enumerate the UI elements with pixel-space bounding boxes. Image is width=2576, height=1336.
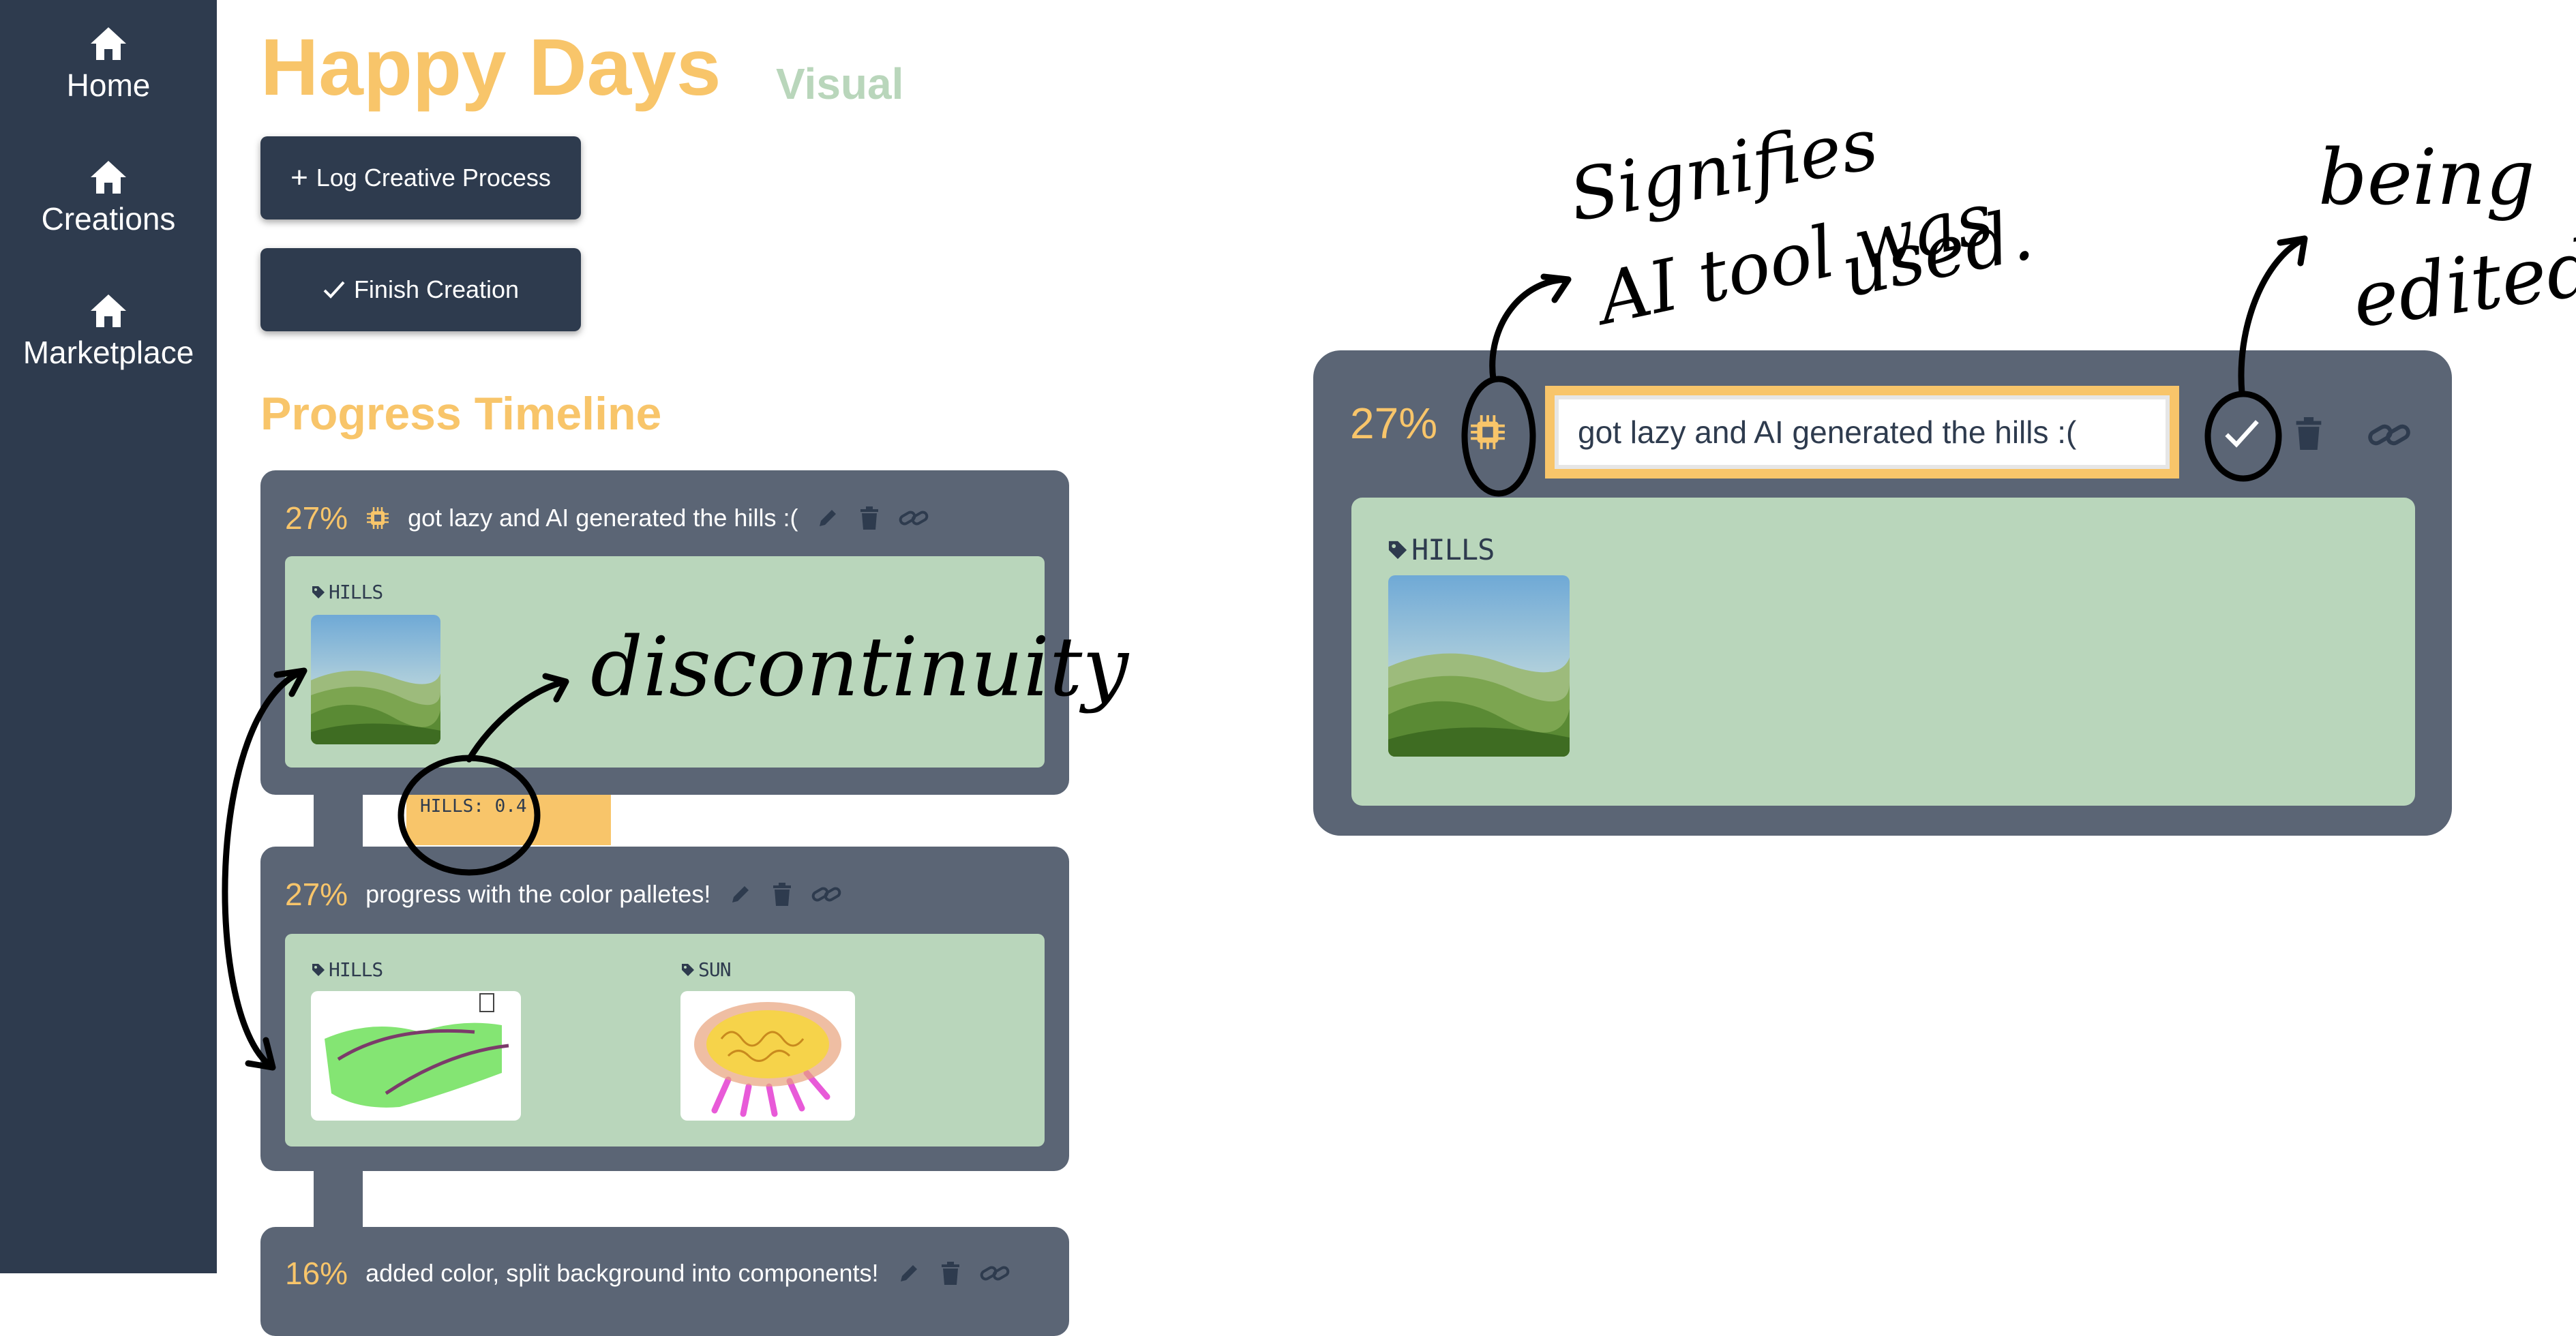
entry-header: 27% progress with the color palletes! bbox=[285, 847, 841, 942]
checkmark-icon bbox=[323, 281, 345, 299]
tag-text: HILLS bbox=[329, 958, 383, 981]
delete-button[interactable] bbox=[2292, 414, 2325, 456]
checkmark-icon bbox=[2225, 420, 2259, 448]
chip-icon bbox=[1471, 415, 1505, 449]
tag-icon bbox=[312, 586, 325, 598]
page-subtitle: Visual bbox=[776, 59, 904, 108]
sidebar-item-home[interactable]: Home bbox=[0, 26, 217, 104]
sidebar-item-label: Creations bbox=[41, 201, 176, 237]
edit-button[interactable] bbox=[728, 882, 753, 907]
hills-image bbox=[311, 615, 440, 744]
tag-chip-text: HILLS: 0.4 bbox=[420, 796, 527, 817]
pencil-icon bbox=[732, 886, 749, 902]
tag-text: SUN bbox=[698, 958, 732, 981]
finish-creation-button[interactable]: Finish Creation bbox=[260, 248, 581, 331]
hills-sketch bbox=[325, 993, 509, 1108]
trash-icon bbox=[2296, 417, 2322, 450]
tag-icon bbox=[312, 963, 325, 976]
entry-description: got lazy and AI generated the hills :( bbox=[408, 504, 798, 532]
plus-icon: + bbox=[290, 161, 308, 194]
edit-button[interactable] bbox=[815, 506, 840, 530]
sidebar-item-label: Marketplace bbox=[23, 335, 194, 370]
tag-text: HILLS bbox=[1411, 533, 1495, 566]
annotation-edit-line2: edited bbox=[2347, 223, 2576, 346]
sidebar-item-label: Home bbox=[66, 67, 151, 103]
section-title: Progress Timeline bbox=[260, 388, 662, 440]
annotation-edit-line1: being bbox=[2318, 134, 2535, 222]
link-icon bbox=[2368, 424, 2410, 446]
entry-body: HILLS bbox=[1351, 498, 2415, 806]
entry-header: 16% added color, split background into c… bbox=[285, 1239, 1010, 1307]
tag-label: HILLS bbox=[311, 581, 383, 603]
link-button[interactable] bbox=[811, 882, 841, 907]
delete-button[interactable] bbox=[939, 1260, 962, 1286]
edit-entry-card: 27% HILLS bbox=[1313, 350, 2452, 836]
page-title: Happy Days bbox=[260, 22, 721, 112]
checkbox bbox=[479, 993, 494, 1012]
link-button[interactable] bbox=[980, 1261, 1010, 1286]
entry-percent: 16% bbox=[285, 1256, 348, 1291]
entry-percent: 27% bbox=[1350, 399, 1438, 448]
link-icon bbox=[899, 511, 929, 526]
sun-sketch bbox=[694, 1002, 841, 1117]
delete-button[interactable] bbox=[770, 881, 794, 907]
tag-label: HILLS bbox=[1387, 533, 1495, 566]
entry-percent: 27% bbox=[285, 500, 348, 536]
home-icon bbox=[91, 161, 126, 194]
hills-image bbox=[1388, 575, 1570, 757]
trash-icon bbox=[860, 506, 879, 530]
link-icon bbox=[980, 1266, 1009, 1281]
tag-label: SUN bbox=[680, 958, 732, 981]
artwork-thumbnail[interactable] bbox=[1388, 575, 1570, 757]
chip-icon bbox=[367, 507, 389, 529]
sidebar-item-creations[interactable]: Creations bbox=[0, 160, 217, 237]
home-icon bbox=[91, 27, 126, 60]
edit-button[interactable] bbox=[897, 1261, 921, 1286]
timeline-connector bbox=[314, 1168, 363, 1230]
entry-description: added color, split background into compo… bbox=[365, 1259, 879, 1287]
description-edit-input[interactable] bbox=[1545, 386, 2179, 479]
artwork-thumbnail[interactable] bbox=[311, 991, 521, 1121]
tag-icon bbox=[682, 963, 694, 976]
link-button[interactable] bbox=[899, 506, 929, 530]
log-creative-process-button[interactable]: + Log Creative Process bbox=[260, 136, 581, 219]
button-label: Log Creative Process bbox=[316, 164, 551, 192]
home-icon bbox=[91, 294, 126, 327]
tag-text: HILLS bbox=[329, 581, 383, 603]
timeline-connector bbox=[314, 791, 363, 848]
link-icon bbox=[811, 887, 841, 902]
sidebar: Home Creations Marketplace bbox=[0, 0, 217, 1273]
trash-icon bbox=[941, 1262, 959, 1285]
entry-body: HILLS SUN bbox=[285, 934, 1045, 1147]
timeline-entry: 27% progress with the color palletes! HI… bbox=[260, 847, 1069, 1171]
delete-button[interactable] bbox=[858, 505, 881, 531]
button-label: Finish Creation bbox=[353, 275, 520, 303]
save-button[interactable] bbox=[2223, 417, 2261, 453]
entry-header: 27% got lazy and AI generated the hills … bbox=[285, 470, 929, 566]
entry-percent: 27% bbox=[285, 877, 348, 912]
link-button[interactable] bbox=[2367, 417, 2411, 456]
annotation-discontinuity: discontinuity bbox=[590, 620, 1129, 715]
tag-icon bbox=[1388, 541, 1407, 559]
trash-icon bbox=[773, 883, 792, 906]
pencil-icon bbox=[820, 510, 837, 526]
artwork-thumbnail[interactable] bbox=[311, 615, 440, 744]
pencil-icon bbox=[900, 1265, 917, 1281]
entry-description: progress with the color palletes! bbox=[365, 880, 711, 908]
timeline-entry: 16% added color, split background into c… bbox=[260, 1227, 1069, 1336]
artwork-thumbnail[interactable] bbox=[680, 991, 855, 1121]
sidebar-item-marketplace[interactable]: Marketplace bbox=[0, 293, 217, 371]
tag-label: HILLS bbox=[311, 958, 383, 981]
tag-chip: HILLS: 0.4 bbox=[406, 791, 611, 845]
